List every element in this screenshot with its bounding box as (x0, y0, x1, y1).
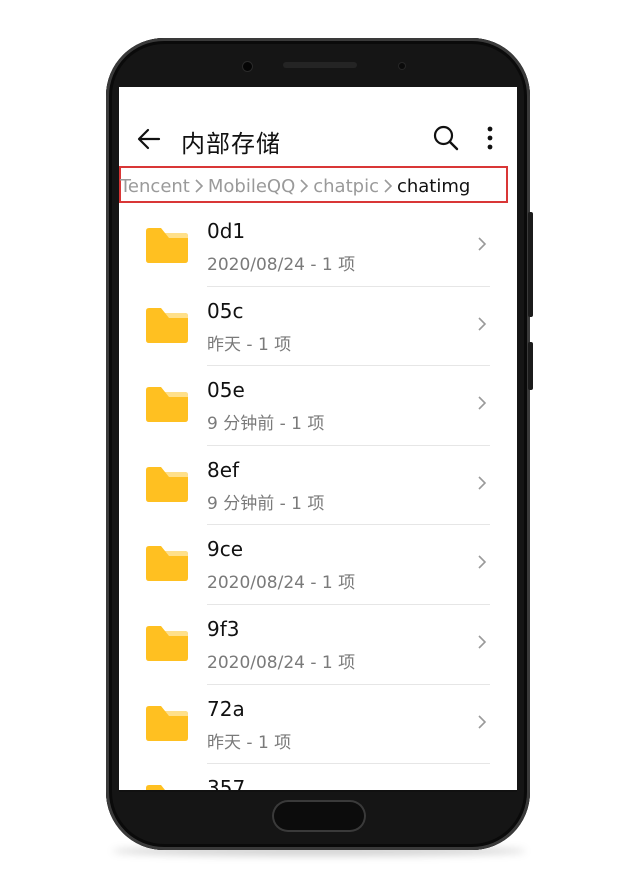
folder-name: 72a (207, 696, 245, 721)
breadcrumb-item-chatpic[interactable]: chatpic (313, 176, 379, 197)
search-icon[interactable] (431, 123, 461, 153)
breadcrumb-item-tencent[interactable]: Tencent (120, 176, 190, 197)
folder-meta: 昨天 - 1 项 (207, 732, 292, 753)
folder-row[interactable]: 9ce 2020/08/24 - 1 项 (119, 525, 517, 605)
folder-row[interactable]: 72a 昨天 - 1 项 (119, 685, 517, 765)
chevron-right-icon (478, 317, 487, 331)
chevron-right-icon (478, 396, 487, 410)
chevron-right-icon (478, 555, 487, 569)
folder-meta: 9 分钟前 - 1 项 (207, 414, 325, 435)
folder-icon (146, 387, 188, 423)
folder-row[interactable]: 8ef 9 分钟前 - 1 项 (119, 446, 517, 526)
folder-icon (146, 307, 188, 343)
folder-name: 0d1 (207, 219, 246, 243)
app-bar: 内部存储 (119, 115, 517, 163)
chevron-right-icon (478, 237, 487, 251)
breadcrumb-chevron-icon (195, 179, 203, 193)
folder-row[interactable]: 05c 昨天 - 1 项 (119, 287, 517, 367)
proximity-sensor (399, 63, 405, 69)
folder-meta: 2020/08/24 - 1 项 (207, 573, 356, 594)
breadcrumb-chevron-icon (300, 179, 309, 193)
screen-bottom-edge (119, 790, 517, 792)
power-button (528, 342, 533, 390)
folder-name: 9f3 (207, 616, 240, 641)
breadcrumb-item-chatimg[interactable]: chatimg (397, 176, 470, 197)
back-arrow-icon[interactable] (135, 125, 163, 153)
folder-icon (146, 625, 188, 661)
earpiece-speaker (283, 62, 357, 68)
folder-name: 9ce (207, 537, 244, 562)
folder-row[interactable]: 05e 9 分钟前 - 1 项 (119, 366, 517, 446)
folder-row[interactable]: 9f3 2020/08/24 - 1 项 (119, 605, 517, 685)
home-button[interactable] (272, 800, 366, 832)
chevron-right-icon (478, 714, 487, 729)
breadcrumb: Tencent MobileQQ chatpic chatimg (120, 175, 470, 197)
folder-list: 0d1 2020/08/24 - 1 项 05c 昨天 - 1 项 05e 9 … (119, 207, 517, 792)
folder-meta: 2020/08/24 - 1 项 (207, 255, 356, 275)
folder-meta: 昨天 - 1 项 (207, 334, 292, 355)
chevron-right-icon (478, 635, 487, 649)
folder-icon (146, 546, 188, 582)
folder-row[interactable]: 357 (119, 764, 517, 792)
folder-row[interactable]: 0d1 2020/08/24 - 1 项 (119, 207, 517, 287)
folder-name: 05c (207, 298, 244, 323)
page-title: 内部存储 (181, 130, 281, 158)
folder-icon (146, 228, 188, 263)
folder-name: 8ef (207, 457, 240, 482)
folder-meta: 9 分钟前 - 1 项 (207, 493, 325, 514)
breadcrumb-item-mobileqq[interactable]: MobileQQ (208, 176, 295, 197)
more-options-icon[interactable] (481, 123, 499, 153)
folder-name: 05e (207, 378, 245, 403)
folder-icon (146, 705, 188, 741)
breadcrumb-chevron-icon (384, 179, 393, 193)
folder-icon (146, 466, 188, 502)
phone-screen: 内部存储 Tencent MobileQQ chatpic chatimg 0d… (119, 87, 517, 792)
folder-meta: 2020/08/24 - 1 项 (207, 652, 356, 673)
volume-button (528, 212, 533, 317)
chevron-right-icon (478, 476, 487, 490)
front-camera (243, 62, 252, 71)
